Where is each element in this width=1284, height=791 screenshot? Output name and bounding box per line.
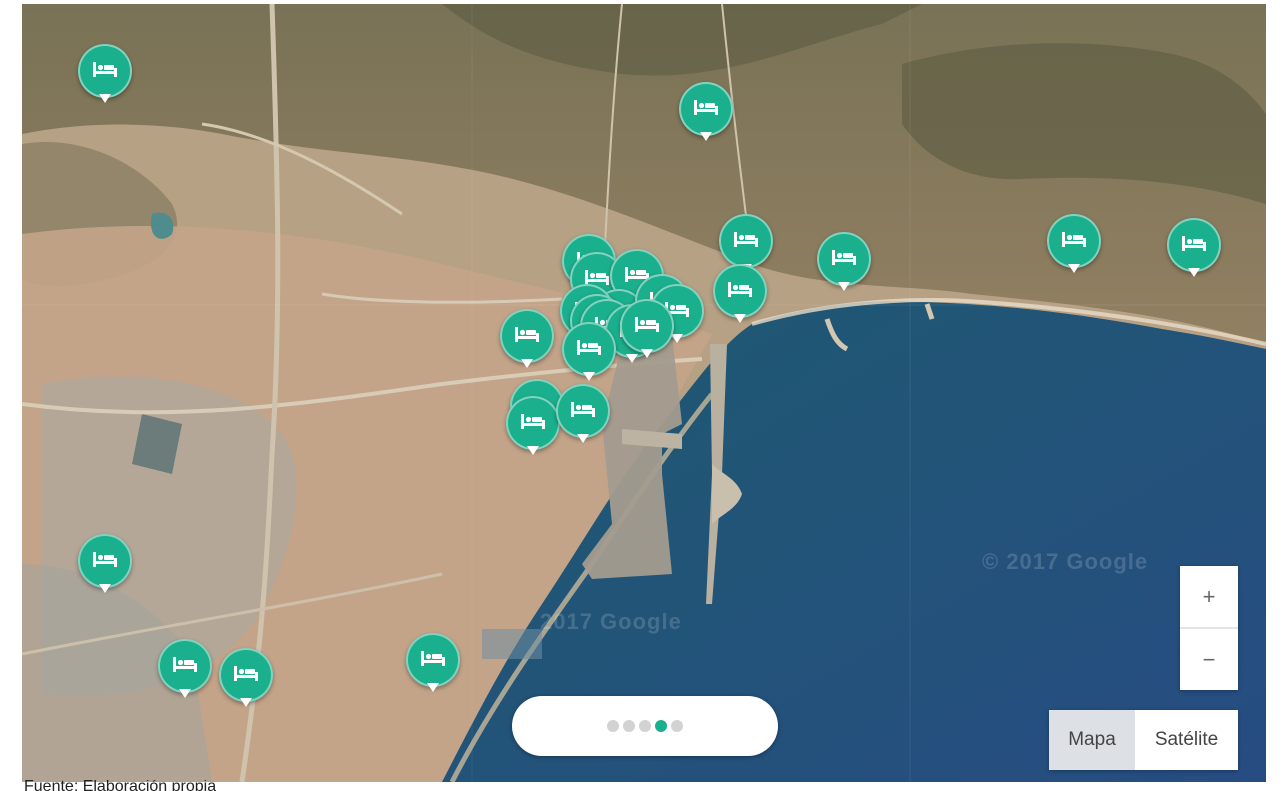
hotel-marker[interactable]	[679, 82, 733, 144]
satellite-map[interactable]: © 2017 Google 2017 Google + − Mapa Satél…	[22, 4, 1266, 782]
hotel-marker[interactable]	[78, 44, 132, 106]
pager-dot[interactable]	[671, 720, 683, 732]
marker-pointer	[179, 689, 191, 698]
pager-dot[interactable]	[623, 720, 635, 732]
hotel-marker[interactable]	[506, 396, 560, 458]
marker-pointer	[240, 698, 252, 707]
marker-pointer	[1068, 264, 1080, 273]
marker-pointer	[838, 282, 850, 291]
pager-dot[interactable]	[607, 720, 619, 732]
marker-bubble	[679, 82, 733, 136]
hotel-bed-icon	[172, 655, 198, 678]
hotel-bed-icon	[1181, 234, 1207, 257]
marker-bubble	[620, 299, 674, 353]
hotel-marker[interactable]	[406, 633, 460, 695]
marker-pointer	[521, 359, 533, 368]
carousel-pager	[512, 696, 778, 756]
marker-pointer	[527, 446, 539, 455]
hotel-bed-icon	[831, 248, 857, 271]
marker-bubble	[1167, 218, 1221, 272]
marker-pointer	[583, 372, 595, 381]
hotel-marker[interactable]	[500, 309, 554, 371]
marker-pointer	[1188, 268, 1200, 277]
hotel-bed-icon	[733, 230, 759, 253]
marker-bubble	[500, 309, 554, 363]
marker-bubble	[719, 214, 773, 268]
marker-bubble	[556, 384, 610, 438]
hotel-marker[interactable]	[556, 384, 610, 446]
marker-bubble	[158, 639, 212, 693]
hotel-marker[interactable]	[158, 639, 212, 701]
hotel-marker[interactable]	[817, 232, 871, 294]
map-type-control: Mapa Satélite	[1049, 710, 1238, 770]
hotel-bed-icon	[576, 338, 602, 361]
hotel-bed-icon	[1061, 230, 1087, 253]
hotel-marker[interactable]	[1047, 214, 1101, 276]
hotel-marker[interactable]	[1167, 218, 1221, 280]
hotel-bed-icon	[92, 60, 118, 83]
marker-bubble	[817, 232, 871, 286]
figure-caption: Fuente: Elaboración propia	[24, 780, 217, 791]
marker-pointer	[734, 314, 746, 323]
zoom-in-button[interactable]: +	[1180, 566, 1238, 627]
marker-pointer	[577, 434, 589, 443]
marker-pointer	[99, 584, 111, 593]
hotel-marker[interactable]	[713, 264, 767, 326]
marker-bubble	[713, 264, 767, 318]
marker-bubble	[78, 534, 132, 588]
hotel-marker[interactable]	[78, 534, 132, 596]
map-watermark: © 2017 Google	[982, 549, 1149, 574]
map-type-mapa-button[interactable]: Mapa	[1049, 710, 1135, 770]
pager-dot[interactable]	[639, 720, 651, 732]
marker-bubble	[506, 396, 560, 450]
hotel-bed-icon	[634, 315, 660, 338]
map-type-satelite-button[interactable]: Satélite	[1135, 710, 1238, 770]
pager-dot-active[interactable]	[655, 720, 667, 732]
marker-bubble	[1047, 214, 1101, 268]
marker-bubble	[78, 44, 132, 98]
hotel-marker[interactable]	[620, 299, 674, 361]
hotel-bed-icon	[570, 400, 596, 423]
hotel-bed-icon	[92, 550, 118, 573]
marker-pointer	[427, 683, 439, 692]
hotel-bed-icon	[693, 98, 719, 121]
marker-bubble	[219, 648, 273, 702]
hotel-marker[interactable]	[562, 322, 616, 384]
hotel-bed-icon	[520, 412, 546, 435]
map-watermark-secondary: 2017 Google	[540, 609, 682, 634]
marker-pointer	[700, 132, 712, 141]
hotel-bed-icon	[233, 664, 259, 687]
zoom-out-button[interactable]: −	[1180, 629, 1238, 690]
hotel-bed-icon	[727, 280, 753, 303]
hotel-bed-icon	[514, 325, 540, 348]
marker-bubble	[562, 322, 616, 376]
marker-bubble	[406, 633, 460, 687]
marker-pointer	[99, 94, 111, 103]
zoom-control: + −	[1180, 566, 1238, 690]
hotel-marker[interactable]	[219, 648, 273, 710]
hotel-bed-icon	[420, 649, 446, 672]
marker-pointer	[641, 349, 653, 358]
